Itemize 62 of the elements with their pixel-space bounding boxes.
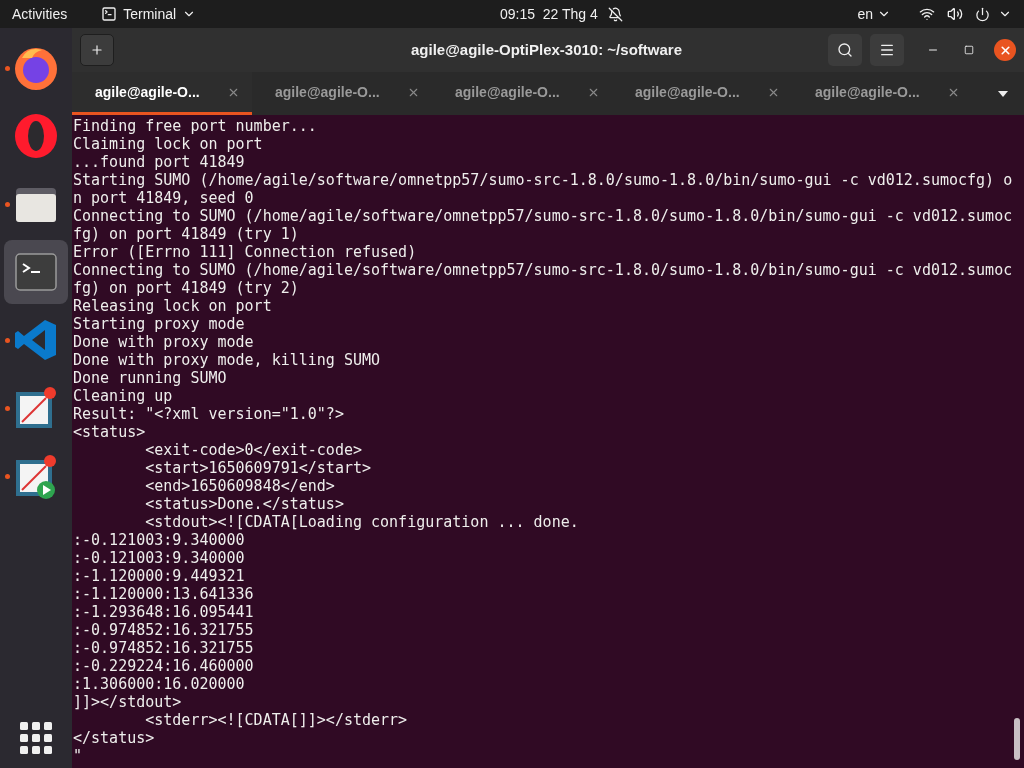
terminal-line: Releasing lock on port <box>73 297 272 315</box>
terminal-line: :-0.974852:16.321755 <box>73 621 254 639</box>
close-icon <box>998 43 1012 57</box>
letter-o-logo-icon <box>12 112 60 160</box>
terminal-icon <box>101 6 118 22</box>
terminal-line: Connecting to SUMO (/home/agile/software/omnetpp57/sumo-src-1.8.0/sumo-1.8.0/bin/sumo-gui -c vd012.sumoc <box>73 207 1013 225</box>
close-button[interactable] <box>994 39 1016 61</box>
add-icon <box>90 43 104 57</box>
terminal-line: Starting proxy mode <box>73 315 245 333</box>
terminal-line: Done with proxy mode <box>73 333 254 351</box>
terminal-line: :-0.121003:9.340000 <box>73 549 245 567</box>
terminal-line: Starting SUMO (/home/agile/software/omnetpp57/sumo-src-1.8.0/sumo-1.8.0/bin/sumo-gui -c vd012.sumocfg) o <box>73 171 1013 189</box>
terminal-line: Connecting to SUMO (/home/agile/software/omnetpp57/sumo-src-1.8.0/sumo-1.8.0/bin/sumo-gui -c vd012.sumoc <box>73 261 1013 279</box>
terminal-line: :-0.974852:16.321755 <box>73 639 254 657</box>
new-tab-button[interactable] <box>80 34 114 66</box>
app-grid-icon[interactable] <box>20 722 52 754</box>
terminal-line: :-0.229224:16.460000 <box>73 657 254 675</box>
terminal-line: :1.306000:16.020000 <box>73 675 245 693</box>
terminal-line: :-1.293648:16.095441 <box>73 603 254 621</box>
terminal-line: Finding free port number... <box>73 117 317 135</box>
terminal-line: Done running SUMO <box>73 369 227 387</box>
terminal-line: n port 41849, seed 0 <box>73 189 254 207</box>
terminal-line: Done with proxy mode, killing SUMO <box>73 351 381 369</box>
terminal-line: <end>1650609848</end> <box>144 477 335 495</box>
app-menu[interactable]: Terminal <box>123 3 177 25</box>
terminal-tab[interactable]: agile@agile-O... <box>612 72 792 115</box>
activities-button[interactable]: Activities <box>12 3 68 25</box>
terminal-line: <exit-code>0</exit-code> <box>144 441 362 459</box>
window-title: agile@agile-OptiPlex-3010: ~/software <box>411 39 682 60</box>
clock[interactable]: 09:15 22 Thg 4 <box>500 3 598 25</box>
terminal-line: <stderr><![CDATA[]]></stderr> <box>144 711 408 729</box>
terminal-line: ]]></stdout> <box>73 693 182 711</box>
terminal-line: <start>1650609791</start> <box>144 459 372 477</box>
terminal-line: ...found port 41849 <box>73 153 245 171</box>
terminal-line: Result: "<?xml version="1.0"?> <box>73 405 344 423</box>
terminal-line: :-1.120000:13.641336 <box>73 585 254 603</box>
terminal-line: Claiming lock on port <box>73 135 263 153</box>
terminal-line: fg) on port 41849 (try 1) <box>73 225 299 243</box>
volume-icon <box>947 6 963 22</box>
wifi-icon <box>919 6 935 22</box>
terminal-line: fg) on port 41849 (try 2) <box>73 279 299 297</box>
terminal-line: Error ([Errno 111] Connection refused) <box>73 243 417 261</box>
terminal-line: :-0.121003:9.340000 <box>73 531 245 549</box>
terminal-line: Cleaning up <box>73 387 173 405</box>
terminal-tab[interactable]: agile@agile-O... <box>792 72 972 115</box>
terminal-tab[interactable]: agile@agile-O... <box>432 72 612 115</box>
terminal-tab[interactable]: agile@agile-O... <box>252 72 432 115</box>
terminal-line: </status> <box>73 729 155 747</box>
scrollbar-thumb[interactable] <box>1014 718 1020 760</box>
terminal-line: <status> <box>73 423 146 441</box>
restore-icon <box>964 45 974 55</box>
menu-icon <box>879 42 895 58</box>
power-icon <box>975 6 990 22</box>
terminal-line: " <box>73 747 83 765</box>
terminal-line: <status>Done.</status> <box>144 495 344 513</box>
search-icon <box>837 42 853 58</box>
tab-list-caret-icon[interactable] <box>998 90 1008 97</box>
search-button[interactable] <box>828 34 862 66</box>
language-indicator[interactable]: en <box>857 3 873 25</box>
terminal-line: <stdout><![CDATA[Loading configuration ... done. <box>144 513 579 531</box>
terminal-line: :-1.120000:9.449321 <box>73 567 245 585</box>
menu-button[interactable] <box>870 34 904 66</box>
